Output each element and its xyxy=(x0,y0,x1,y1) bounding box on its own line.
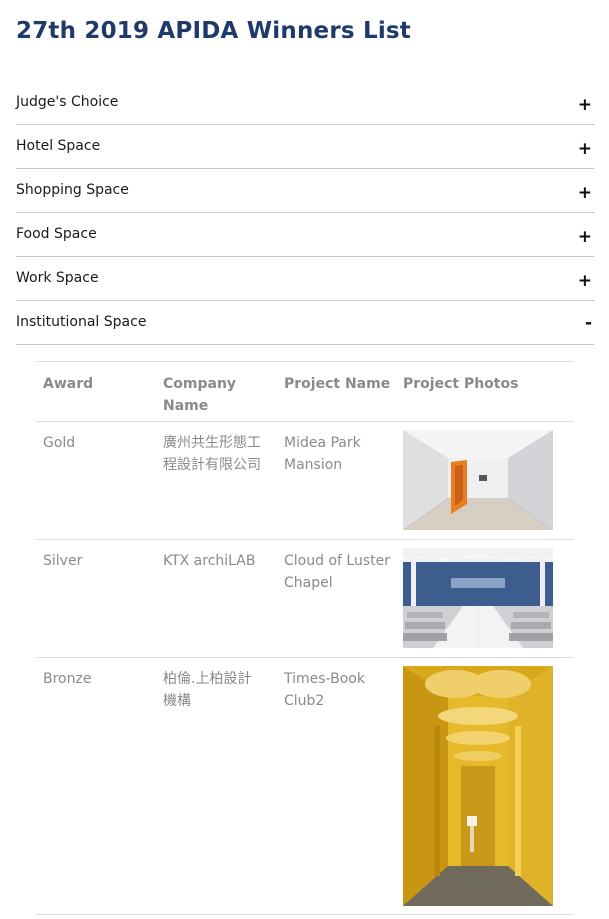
award-cell: Gold xyxy=(43,435,76,451)
chapel-photo[interactable] xyxy=(403,548,553,648)
accordion-label: Hotel Space xyxy=(16,138,101,154)
expand-plus-icon[interactable]: + xyxy=(578,273,592,290)
header-award: Award xyxy=(43,376,94,392)
table-header-row: Award Company Name Project Name Project … xyxy=(36,362,574,422)
accordion-label: Institutional Space xyxy=(16,314,147,330)
header-project-photos: Project Photos xyxy=(403,376,519,392)
winners-table: Award Company Name Project Name Project … xyxy=(36,361,574,915)
header-company-name: Company Name xyxy=(163,376,237,414)
page-title: 27th 2019 APIDA Winners List xyxy=(16,18,411,44)
institutional-space-panel: Award Company Name Project Name Project … xyxy=(36,361,574,915)
accordion-label: Shopping Space xyxy=(16,182,129,198)
award-cell: Bronze xyxy=(43,671,92,687)
yellow-corridor-photo[interactable] xyxy=(403,666,553,906)
award-cell: Silver xyxy=(43,553,83,569)
header-project-name: Project Name xyxy=(284,376,391,392)
expand-plus-icon[interactable]: + xyxy=(578,229,592,246)
corridor-photo[interactable] xyxy=(403,430,553,530)
table-row: Gold 廣州共生形態工程設計有限公司 Midea Park Mansion xyxy=(36,422,574,540)
expand-plus-icon[interactable]: + xyxy=(578,97,592,114)
accordion-item-shopping-space[interactable]: Shopping Space + xyxy=(16,169,594,213)
company-cell: 廣州共生形態工程設計有限公司 xyxy=(163,435,261,473)
company-cell: KTX archiLAB xyxy=(163,553,256,569)
project-cell: Cloud of Luster Chapel xyxy=(284,553,390,591)
table-row: Silver KTX archiLAB Cloud of Luster Chap… xyxy=(36,540,574,658)
accordion-label: Food Space xyxy=(16,226,97,242)
accordion-item-food-space[interactable]: Food Space + xyxy=(16,213,594,257)
table-row: Bronze 柏倫.上柏設計機構 Times-Book Club2 xyxy=(36,658,574,915)
collapse-minus-icon[interactable]: - xyxy=(585,315,592,332)
accordion-item-institutional-space[interactable]: Institutional Space - xyxy=(16,301,594,345)
accordion-item-work-space[interactable]: Work Space + xyxy=(16,257,594,301)
category-accordion: Judge's Choice + Hotel Space + Shopping … xyxy=(16,81,594,345)
company-cell: 柏倫.上柏設計機構 xyxy=(163,671,252,709)
expand-plus-icon[interactable]: + xyxy=(578,141,592,158)
accordion-item-judges-choice[interactable]: Judge's Choice + xyxy=(16,81,594,125)
accordion-label: Work Space xyxy=(16,270,99,286)
project-cell: Midea Park Mansion xyxy=(284,435,361,473)
expand-plus-icon[interactable]: + xyxy=(578,185,592,202)
accordion-item-hotel-space[interactable]: Hotel Space + xyxy=(16,125,594,169)
project-cell: Times-Book Club2 xyxy=(284,671,365,709)
accordion-label: Judge's Choice xyxy=(16,94,119,110)
